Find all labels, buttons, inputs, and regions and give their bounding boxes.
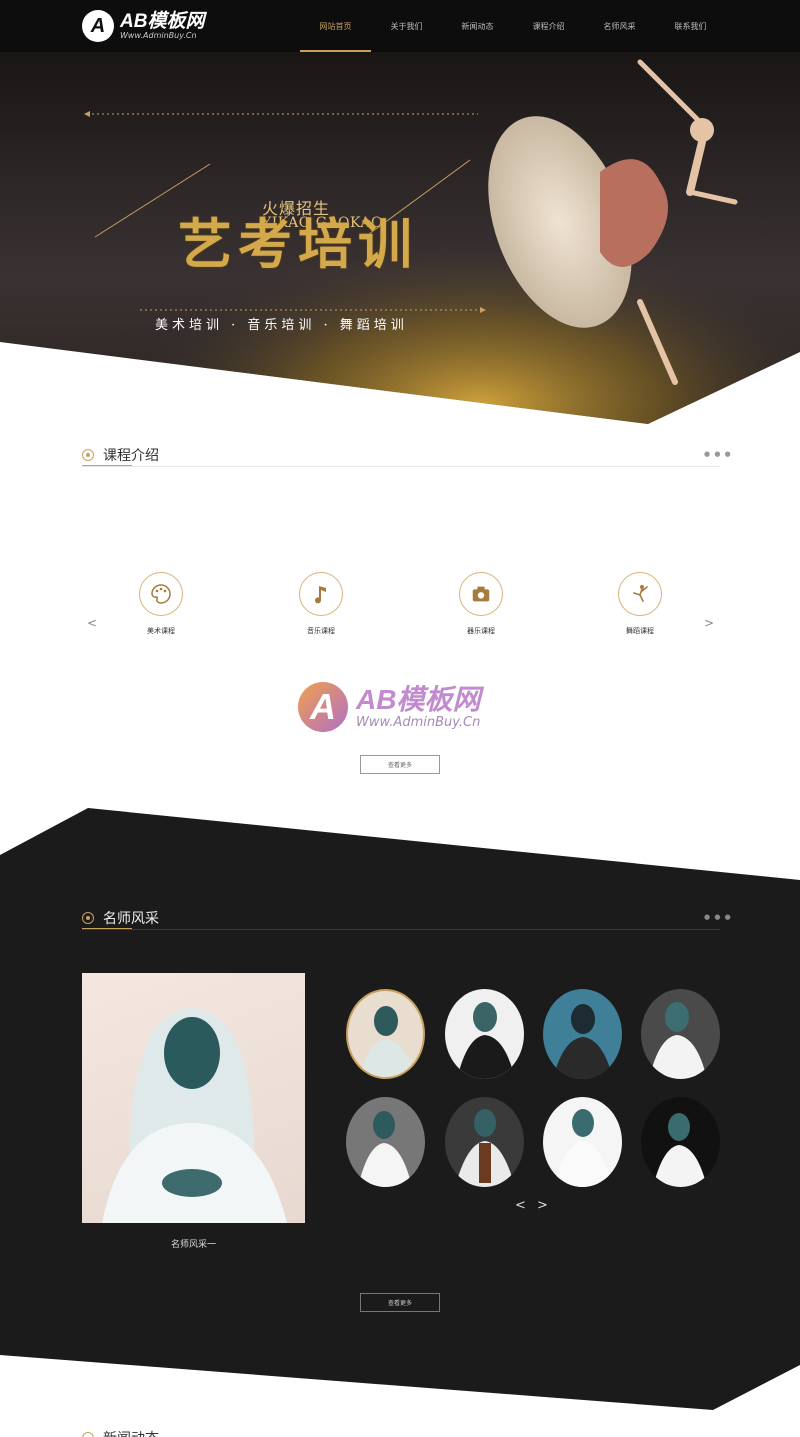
course-item-art[interactable]: 美术课程: [121, 572, 201, 636]
course-item-instrument[interactable]: 器乐课程: [441, 572, 521, 636]
course-item-dance[interactable]: 舞蹈课程: [600, 572, 680, 636]
section-circle-icon: [82, 449, 94, 461]
courses-divider: [82, 466, 720, 467]
teachers-next-arrow[interactable]: >: [537, 1198, 548, 1213]
nav-item-about[interactable]: 关于我们: [371, 0, 442, 52]
dancer-icon: [618, 572, 662, 616]
section-circle-icon: [82, 912, 94, 924]
course-label: 美术课程: [147, 627, 175, 635]
course-label: 音乐课程: [307, 627, 335, 635]
teachers-more-button[interactable]: 查看更多: [360, 1293, 440, 1312]
music-note-icon: [299, 572, 343, 616]
teachers-prev-arrow[interactable]: <: [515, 1198, 526, 1213]
featured-teacher-caption: 名师风采一: [170, 1240, 216, 1250]
teachers-divider: [82, 929, 720, 930]
teacher-thumb[interactable]: [445, 989, 524, 1079]
watermark-title: AB模板网: [356, 683, 481, 715]
teacher-thumb[interactable]: [346, 989, 425, 1079]
course-label: 器乐课程: [467, 627, 495, 635]
logo-mark-icon: A: [82, 10, 114, 42]
courses-next-arrow[interactable]: >: [704, 616, 714, 630]
courses-more-dots[interactable]: ● ● ●: [704, 450, 732, 458]
hero-banner[interactable]: 火爆招生 YIKAO GAOKAO 艺考培训 美术培训 · 音乐培训 · 舞蹈培…: [0, 52, 800, 424]
watermark-logo: A AB模板网 Www.AdminBuy.Cn: [298, 682, 480, 732]
teacher-thumb[interactable]: [543, 989, 622, 1079]
logo-title: AB模板网: [120, 10, 205, 32]
news-title-text: 新闻动态: [103, 1428, 159, 1437]
teacher-thumb[interactable]: [641, 1097, 720, 1187]
news-section-title: 新闻动态: [82, 1428, 159, 1437]
teachers-more-dots[interactable]: ● ● ●: [704, 913, 732, 921]
section-circle-icon: [82, 1432, 94, 1437]
course-item-music[interactable]: 音乐课程: [281, 572, 361, 636]
palette-icon: [139, 572, 183, 616]
teacher-thumb[interactable]: [445, 1097, 524, 1187]
courses-more-button[interactable]: 查看更多: [360, 755, 440, 774]
nav-item-teachers[interactable]: 名师风采: [584, 0, 655, 52]
nav-item-news[interactable]: 新闻动态: [442, 0, 513, 52]
main-nav: 网站首页 关于我们 新闻动态 课程介绍 名师风采 联系我们: [300, 0, 726, 52]
courses-section-title: 课程介绍: [82, 444, 159, 466]
teacher-thumb[interactable]: [641, 989, 720, 1079]
nav-item-contact[interactable]: 联系我们: [655, 0, 726, 52]
nav-item-home[interactable]: 网站首页: [300, 0, 371, 52]
site-header: A AB模板网 Www.AdminBuy.Cn 网站首页 关于我们 新闻动态 课…: [0, 0, 800, 52]
nav-item-courses[interactable]: 课程介绍: [513, 0, 584, 52]
banner-main-title: 艺考培训: [178, 212, 418, 276]
logo-url: Www.AdminBuy.Cn: [120, 30, 197, 40]
watermark-mark-icon: A: [298, 682, 348, 732]
teacher-thumb[interactable]: [346, 1097, 425, 1187]
camera-icon: [459, 572, 503, 616]
featured-teacher-photo[interactable]: [82, 973, 305, 1223]
courses-prev-arrow[interactable]: <: [87, 616, 97, 630]
teachers-section-title: 名师风采: [82, 907, 159, 929]
teacher-thumb[interactable]: [543, 1097, 622, 1187]
courses-title-text: 课程介绍: [103, 448, 159, 464]
course-label: 舞蹈课程: [626, 627, 654, 635]
teachers-title-text: 名师风采: [103, 911, 159, 927]
banner-subtitle: 美术培训 · 音乐培训 · 舞蹈培训: [155, 318, 408, 333]
watermark-url: Www.AdminBuy.Cn: [356, 714, 481, 730]
site-logo[interactable]: A AB模板网 Www.AdminBuy.Cn: [82, 10, 204, 42]
